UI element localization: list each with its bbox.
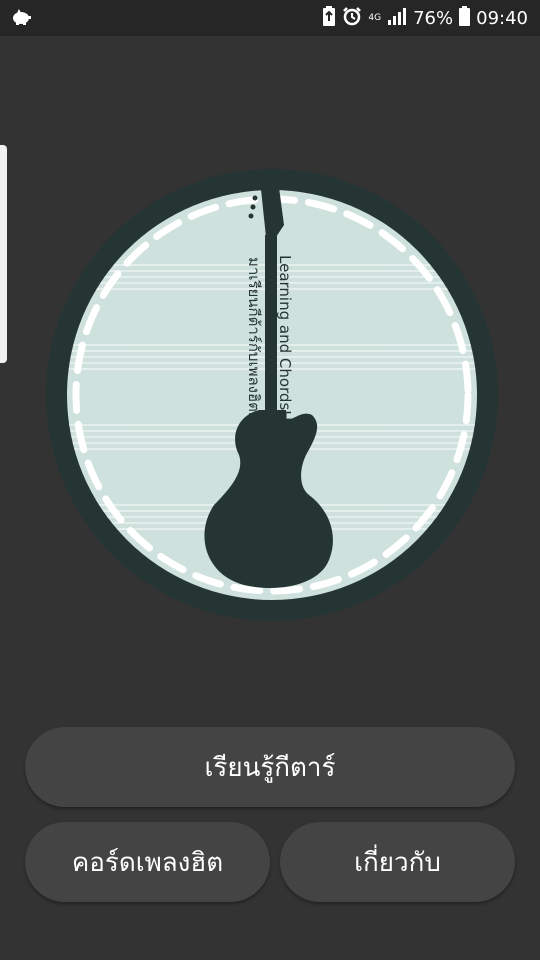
battery-percent: 76% bbox=[413, 7, 454, 29]
piggy-bank-icon bbox=[10, 8, 32, 30]
network-type: 4G bbox=[368, 12, 382, 23]
app-logo: Learning and ChordsHit มาเรียนกีต้าร์กับ… bbox=[44, 165, 500, 625]
battery-icon bbox=[459, 6, 471, 30]
learn-guitar-button[interactable]: เรียนรู้กีตาร์ bbox=[25, 727, 515, 807]
signal-icon bbox=[387, 7, 407, 29]
learn-guitar-label: เรียนรู้กีตาร์ bbox=[204, 752, 336, 783]
battery-saver-icon bbox=[322, 6, 336, 30]
about-label: เกี่ยวกับ bbox=[354, 847, 441, 878]
logo-text-english: Learning and ChordsHit bbox=[276, 255, 294, 432]
alarm-icon bbox=[342, 6, 362, 30]
hit-chords-label: คอร์ดเพลงฮิต bbox=[71, 847, 224, 878]
clock: 09:40 bbox=[476, 7, 528, 29]
drawer-handle[interactable] bbox=[0, 145, 7, 363]
about-button[interactable]: เกี่ยวกับ bbox=[280, 822, 515, 902]
logo-text-thai: มาเรียนกีต้าร์กับเพลงฮิตกันเถอะ bbox=[245, 257, 263, 462]
hit-chords-button[interactable]: คอร์ดเพลงฮิต bbox=[25, 822, 270, 902]
status-bar: 4G 76% 09:40 bbox=[0, 0, 540, 36]
